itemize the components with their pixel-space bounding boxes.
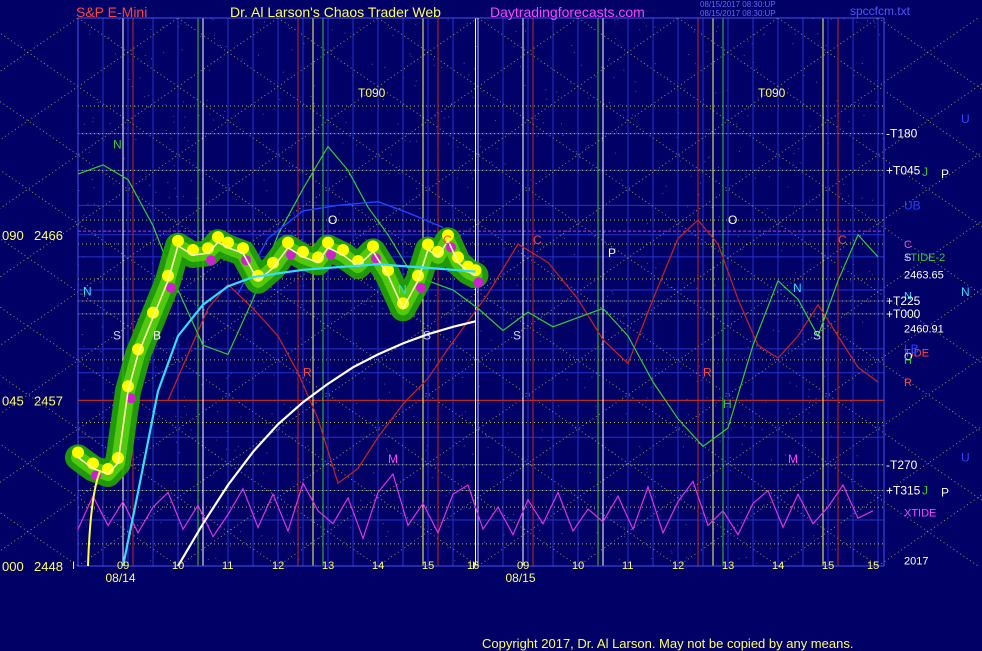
- x-tick-label: I: [472, 560, 475, 572]
- chart-marker: S: [423, 329, 431, 343]
- data-file-name: spccfcm.txt: [850, 4, 911, 18]
- chart-marker: N: [398, 283, 407, 297]
- price-point-low: [416, 282, 426, 293]
- x-tick-label: 09: [517, 560, 529, 572]
- chart-marker: R: [703, 365, 712, 379]
- chart-marker: B: [153, 329, 161, 343]
- site-title: Dr. Al Larson's Chaos Trader Web: [230, 4, 441, 20]
- site-url[interactable]: Daytradingforecasts.com: [490, 4, 645, 20]
- x-tick-label: 10: [172, 560, 184, 572]
- x-tick-label: 08/15: [506, 571, 536, 585]
- angle-label: -T270: [886, 458, 918, 472]
- x-tick-label: 15: [822, 560, 834, 572]
- price-point-low: [166, 282, 176, 293]
- y-tick-angle: 090: [2, 228, 24, 243]
- price-point-high: [72, 446, 84, 459]
- chart-marker: O: [728, 213, 737, 227]
- chart-marker: R: [303, 365, 312, 379]
- chart-marker: S: [813, 329, 821, 343]
- x-tick-label: 12: [672, 560, 684, 572]
- chart-marker: M: [788, 452, 798, 466]
- copyright-notice: Copyright 2017, Dr. Al Larson. May not b…: [482, 636, 854, 651]
- chart-marker: M: [388, 452, 398, 466]
- edge-label: N: [961, 285, 970, 299]
- angle-label: UB: [904, 198, 921, 212]
- chart-marker: S: [113, 329, 121, 343]
- x-tick-label: 13: [322, 560, 334, 572]
- x-tick-label: I: [72, 560, 75, 572]
- y-tick-angle: 000: [2, 559, 24, 574]
- angle-label: J: [922, 484, 928, 498]
- chart-marker: N: [113, 137, 122, 151]
- y-tick-label: 2448: [34, 559, 63, 574]
- angle-label: +T000: [886, 307, 921, 321]
- y-tick-label: 2457: [34, 393, 63, 408]
- angle-label: P: [941, 167, 949, 181]
- edge-label: U: [961, 112, 970, 126]
- edge-label: U: [961, 450, 970, 464]
- chart-symbol: S&P E-Mini: [76, 4, 148, 20]
- x-tick-label: 08/14: [106, 571, 136, 585]
- x-tick-label: 10: [572, 560, 584, 572]
- right-label: S: [904, 252, 911, 264]
- angle-label: +T045: [886, 163, 921, 177]
- x-tick-label: 11: [622, 560, 633, 572]
- chart-marker: N: [83, 285, 92, 299]
- chart-marker: T090: [358, 86, 386, 100]
- angle-label: P: [941, 485, 949, 499]
- update-stamp-2: 08/15/2017 08:30:UP: [700, 9, 776, 18]
- right-label: H: [904, 355, 912, 367]
- right-label: 2017: [904, 555, 928, 567]
- x-tick-label: 15: [422, 560, 434, 572]
- x-tick-label: 15: [867, 560, 879, 572]
- x-tick-label: 13: [722, 560, 734, 572]
- update-stamp-1: 08/15/2017 08:30:UP: [700, 0, 776, 9]
- right-label: R: [904, 377, 912, 389]
- right-label: C: [904, 239, 912, 251]
- angle-label: LB: [904, 342, 919, 356]
- right-label: XTIDE: [904, 508, 936, 520]
- chart-marker: C: [443, 233, 452, 247]
- chart-marker: N: [793, 281, 802, 295]
- x-tick-label: 11: [222, 560, 233, 572]
- x-tick-label: 12: [272, 560, 284, 572]
- chart-marker: S: [513, 329, 521, 343]
- chart-marker: P: [608, 246, 616, 260]
- chart-marker: C: [533, 233, 542, 247]
- angle-label: J: [922, 165, 928, 179]
- x-tick-label: 14: [772, 560, 784, 572]
- chart-marker: H: [723, 397, 732, 411]
- chart-area: 000 2448045 2457090 2466I08/1409 10 11 12 13 14 1…: [0, 0, 982, 650]
- y-tick-angle: 045: [2, 393, 24, 408]
- y-tick-label: 2466: [34, 228, 63, 243]
- chart-marker: T090: [758, 86, 786, 100]
- chart-marker: C: [838, 233, 847, 247]
- right-label: 2460.91: [904, 323, 944, 335]
- x-tick-label: 14: [372, 560, 384, 572]
- right-label: 2463.65: [904, 269, 944, 281]
- price-point-low: [206, 255, 216, 266]
- angle-label: -T180: [886, 127, 918, 141]
- angle-label: +T315: [886, 484, 921, 498]
- chart-marker: O: [328, 213, 337, 227]
- price-point-low: [473, 277, 484, 288]
- x-tick-label: 09: [117, 560, 129, 572]
